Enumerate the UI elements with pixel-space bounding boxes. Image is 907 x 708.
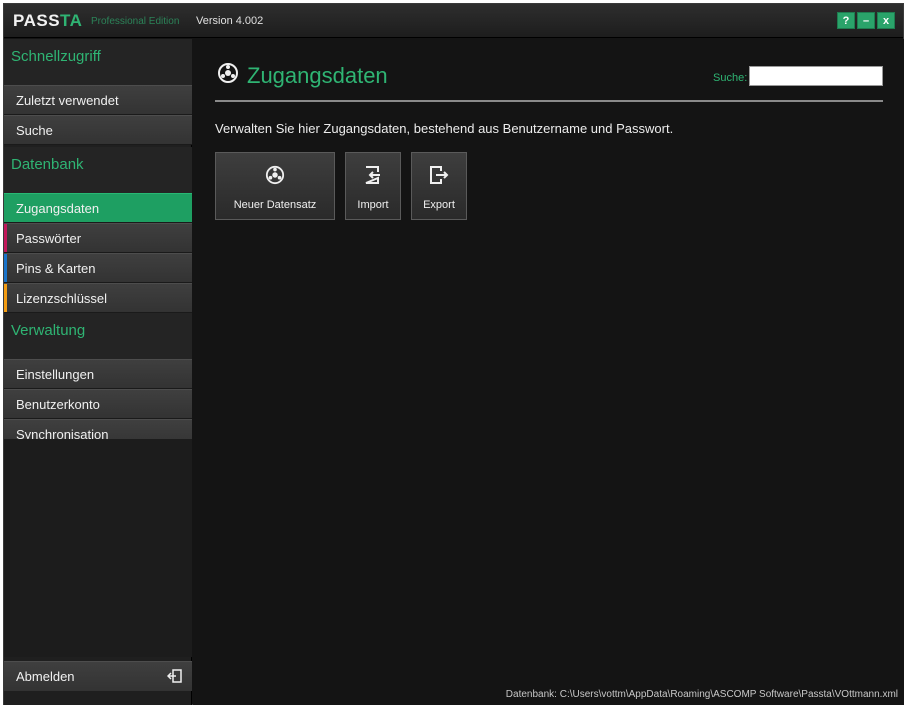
minimize-button[interactable]: –: [857, 12, 875, 29]
sidebar: Schnellzugriff Zuletzt verwendet Suche D…: [4, 39, 192, 705]
sidebar-item-pins-cards[interactable]: Pins & Karten: [4, 253, 192, 283]
sidebar-item-search[interactable]: Suche: [4, 115, 192, 145]
new-record-button[interactable]: Neuer Datensatz: [215, 152, 335, 220]
sidebar-item-label: Suche: [16, 123, 53, 138]
sidebar-item-credentials[interactable]: Zugangsdaten: [4, 193, 192, 223]
category-accent: [4, 254, 7, 282]
sidebar-item-passwords[interactable]: Passwörter: [4, 223, 192, 253]
sidebar-item-label: Pins & Karten: [16, 261, 96, 276]
sidebar-item-label: Lizenzschlüssel: [16, 291, 108, 306]
sidebar-item-label: Zugangsdaten: [16, 201, 100, 216]
new-record-label: Neuer Datensatz: [233, 199, 317, 211]
edition-label: Professional Edition: [91, 16, 180, 27]
sidebar-empty-area: [4, 439, 192, 657]
category-accent: [4, 284, 7, 312]
import-label: Import: [357, 199, 389, 211]
import-button[interactable]: Import: [345, 152, 401, 220]
window-controls: ? – x: [837, 12, 895, 29]
brand-ta: TA: [60, 11, 83, 30]
import-icon: [346, 165, 400, 185]
page-title: Zugangsdaten: [217, 62, 388, 90]
sidebar-item-recent[interactable]: Zuletzt verwendet: [4, 85, 192, 115]
version-label: Version 4.002: [196, 15, 264, 27]
sidebar-item-label: Einstellungen: [16, 367, 95, 382]
title-bar[interactable]: PASSTA Professional Edition Version 4.00…: [4, 4, 903, 38]
export-icon: [412, 165, 466, 185]
logout-label: Abmelden: [16, 669, 75, 684]
sidebar-item-label: Zuletzt verwendet: [16, 93, 119, 108]
app-window: PASSTA Professional Edition Version 4.00…: [3, 3, 904, 705]
logout-button[interactable]: Abmelden: [4, 661, 192, 691]
sidebar-item-label: Passwörter: [16, 231, 82, 246]
app-logo: PASSTA: [13, 11, 82, 31]
sidebar-item-label: Benutzerkonto: [16, 397, 100, 412]
sidebar-item-user-account[interactable]: Benutzerkonto: [4, 389, 192, 419]
page-title-text: Zugangsdaten: [247, 63, 388, 88]
category-accent: [4, 224, 7, 252]
page-description: Verwalten Sie hier Zugangsdaten, bestehe…: [215, 121, 674, 136]
database-path-status: Datenbank: C:\Users\vottm\AppData\Roamin…: [505, 689, 898, 700]
export-label: Export: [423, 199, 455, 211]
search-input[interactable]: [749, 66, 883, 86]
logout-icon: [166, 668, 183, 687]
credentials-icon: [217, 62, 239, 90]
section-database: Datenbank: [4, 147, 192, 193]
main-panel: Zugangsdaten Suche: Verwalten Sie hier Z…: [193, 39, 904, 705]
new-record-icon: [216, 165, 334, 185]
sidebar-item-settings[interactable]: Einstellungen: [4, 359, 192, 389]
section-administration: Verwaltung: [4, 313, 192, 359]
close-button[interactable]: x: [877, 12, 895, 29]
export-button[interactable]: Export: [411, 152, 467, 220]
sidebar-item-license-keys[interactable]: Lizenzschlüssel: [4, 283, 192, 313]
brand-pass: PASS: [13, 11, 61, 30]
header-divider: [215, 100, 883, 102]
section-quick-access: Schnellzugriff: [4, 39, 192, 85]
help-button[interactable]: ?: [837, 12, 855, 29]
search-label: Suche:: [713, 72, 748, 84]
